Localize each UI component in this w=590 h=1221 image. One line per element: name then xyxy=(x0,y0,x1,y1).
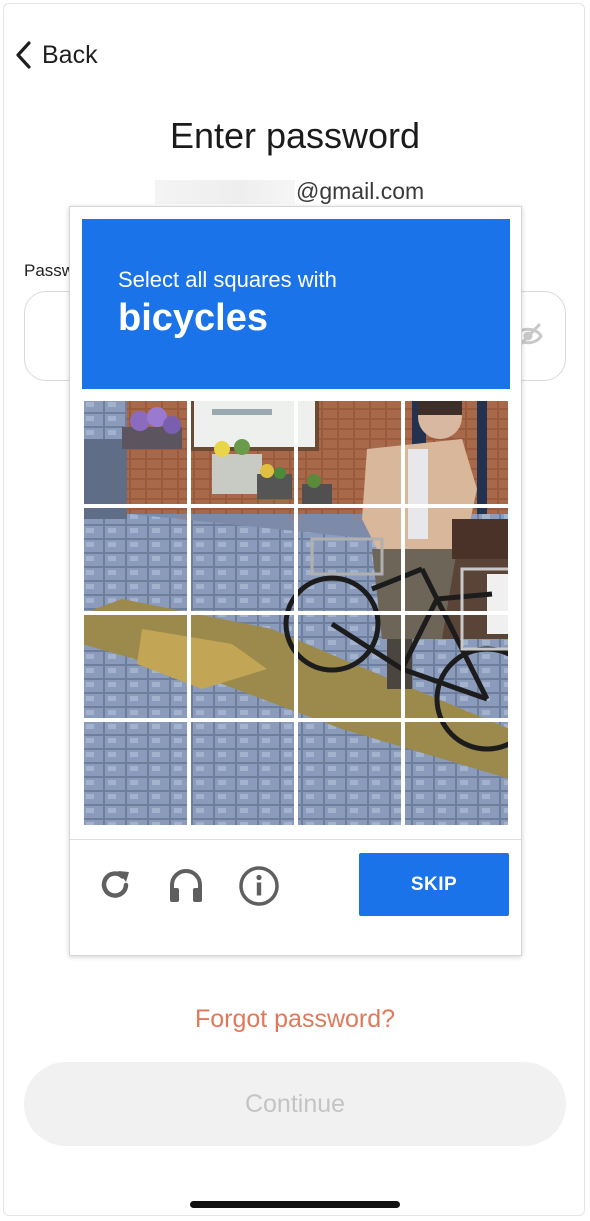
captcha-tile[interactable] xyxy=(189,506,296,613)
captcha-tile[interactable] xyxy=(82,613,189,720)
captcha-tile[interactable] xyxy=(403,720,510,827)
back-label: Back xyxy=(42,40,98,69)
captcha-image xyxy=(82,399,510,827)
captcha-prompt: Select all squares with xyxy=(118,267,337,292)
captcha-tile[interactable] xyxy=(403,613,510,720)
page-title: Enter password xyxy=(169,115,421,156)
captcha-tile[interactable] xyxy=(296,613,403,720)
captcha-tile[interactable] xyxy=(296,399,403,506)
info-icon[interactable] xyxy=(238,865,280,912)
captcha-tile[interactable] xyxy=(296,720,403,827)
captcha-tile[interactable] xyxy=(82,720,189,827)
captcha-tile[interactable] xyxy=(296,506,403,613)
captcha-tile[interactable] xyxy=(189,613,296,720)
captcha-tile[interactable] xyxy=(189,720,296,827)
captcha-tile-grid xyxy=(82,399,510,827)
captcha-target-object: bicycles xyxy=(118,297,268,339)
captcha-tile[interactable] xyxy=(82,506,189,613)
home-indicator xyxy=(190,1201,400,1208)
captcha-dialog: Select all squares with bicycles SKIP xyxy=(69,206,522,956)
skip-button[interactable]: SKIP xyxy=(359,853,509,916)
captcha-tile[interactable] xyxy=(403,399,510,506)
email-domain: @gmail.com xyxy=(296,178,425,204)
forgot-password-link[interactable]: Forgot password? xyxy=(0,1005,590,1034)
password-label: Password xyxy=(24,261,70,280)
redacted-email-username xyxy=(155,180,295,204)
captcha-tile[interactable] xyxy=(403,506,510,613)
back-button[interactable]: Back xyxy=(14,38,98,72)
chevron-left-icon xyxy=(14,40,32,70)
reload-icon[interactable] xyxy=(96,865,136,910)
captcha-divider xyxy=(70,839,521,840)
captcha-tile[interactable] xyxy=(82,399,189,506)
captcha-tile[interactable] xyxy=(189,399,296,506)
continue-button[interactable]: Continue xyxy=(24,1062,566,1146)
captcha-header: Select all squares with bicycles xyxy=(82,219,510,389)
headphones-icon[interactable] xyxy=(166,865,206,910)
